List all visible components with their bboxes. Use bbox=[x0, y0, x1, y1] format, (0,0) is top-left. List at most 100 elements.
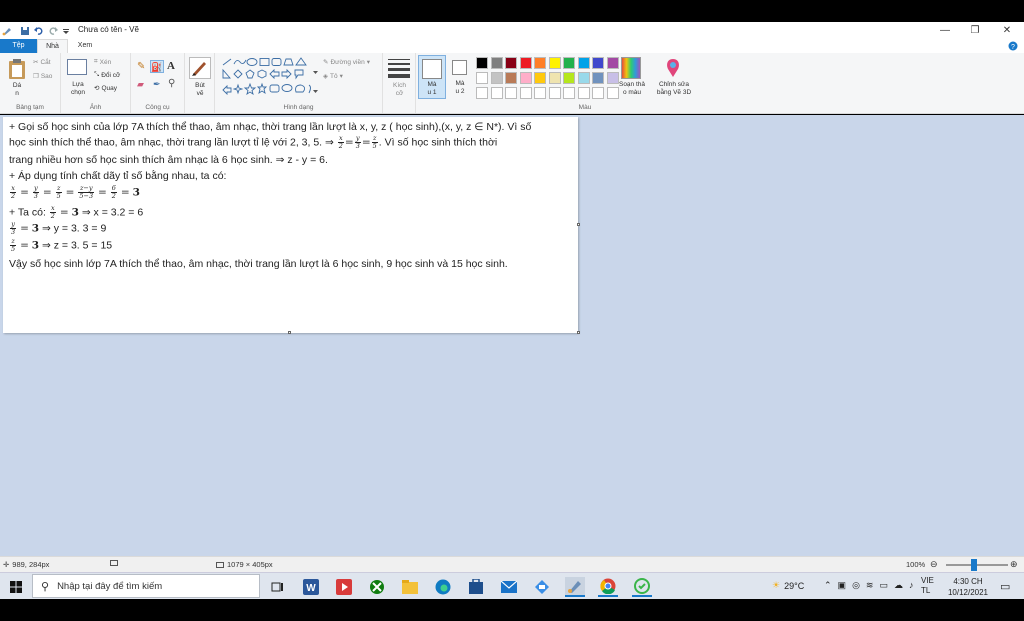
taskbar-search[interactable]: ⚲ Nhập tại đây để tìm kiếm bbox=[32, 574, 260, 598]
color-swatch[interactable] bbox=[476, 72, 488, 84]
color-swatch[interactable] bbox=[606, 57, 619, 69]
color-swatch[interactable] bbox=[577, 57, 590, 69]
color-swatch[interactable] bbox=[534, 57, 546, 69]
magnifier-icon[interactable]: ⚲ bbox=[168, 78, 175, 89]
task-view-icon[interactable] bbox=[268, 577, 288, 597]
color-swatch[interactable] bbox=[577, 87, 590, 99]
paste-button[interactable]: Dá n bbox=[6, 82, 28, 98]
redo-icon[interactable] bbox=[48, 24, 58, 37]
brushes-button[interactable]: Bút vẽ bbox=[187, 82, 213, 98]
color-picker-icon[interactable]: ✒ bbox=[153, 79, 161, 90]
speaker-icon[interactable]: ♪ bbox=[909, 580, 914, 591]
color-swatch[interactable] bbox=[534, 72, 546, 84]
help-icon[interactable]: ? bbox=[1008, 41, 1018, 51]
save-icon[interactable] bbox=[20, 24, 30, 37]
zoom-slider[interactable] bbox=[946, 559, 1008, 571]
media-app-icon[interactable] bbox=[334, 577, 354, 597]
select-rectangle-icon[interactable] bbox=[67, 59, 87, 75]
tab-file[interactable]: Tệp bbox=[0, 39, 37, 53]
rotate-button[interactable]: ⟲ Quay bbox=[94, 84, 117, 93]
windows-start-icon[interactable] bbox=[6, 577, 26, 597]
network-icon[interactable]: ◎ bbox=[852, 580, 860, 591]
cut-button[interactable]: ✂ Cắt bbox=[33, 58, 51, 67]
resize-button[interactable]: ⤡ Đổi cỡ bbox=[94, 71, 120, 79]
color-swatch[interactable] bbox=[505, 72, 517, 84]
notification-tray-icon[interactable]: ▣ bbox=[838, 580, 847, 591]
size-button[interactable]: Kích cỡ bbox=[386, 82, 413, 98]
close-button[interactable]: ✕ bbox=[992, 23, 1022, 38]
color-swatch[interactable] bbox=[519, 87, 532, 99]
color1-button[interactable]: Mà u 1 bbox=[418, 55, 446, 99]
copy-button[interactable]: ❐ Sao bbox=[33, 72, 52, 81]
paint-taskbar-icon[interactable] bbox=[565, 577, 585, 597]
color-swatch[interactable] bbox=[563, 72, 575, 84]
text-tool-icon[interactable]: A bbox=[167, 60, 175, 72]
size-lines-icon[interactable] bbox=[388, 59, 410, 78]
edit-colors-icon[interactable] bbox=[621, 57, 641, 79]
zoom-slider-thumb[interactable] bbox=[971, 559, 977, 571]
select-button[interactable]: Lựa chọn bbox=[64, 81, 92, 97]
shape-outline-button[interactable]: ✎ Đường viền ▾ bbox=[323, 58, 370, 67]
resize-handle-right[interactable] bbox=[577, 223, 580, 226]
color-swatch[interactable] bbox=[505, 87, 517, 99]
paint3d-icon[interactable] bbox=[665, 58, 681, 80]
color2-button[interactable]: Mà u 2 bbox=[448, 55, 472, 99]
drawing-canvas[interactable]: + Gọi số học sinh của lớp 7A thích thể t… bbox=[3, 117, 580, 334]
color-swatch[interactable] bbox=[505, 57, 517, 69]
word-icon[interactable]: W bbox=[301, 577, 321, 597]
tab-view[interactable]: Xem bbox=[70, 39, 100, 53]
color-swatch[interactable] bbox=[548, 72, 561, 84]
paint-app-icon[interactable] bbox=[2, 24, 12, 37]
resize-handle-corner[interactable] bbox=[577, 331, 580, 334]
color-swatch[interactable] bbox=[563, 87, 575, 99]
paint3d-button[interactable]: Chỉnh sửa bằng Vẽ 3D bbox=[652, 81, 696, 97]
crop-button[interactable]: ⌗ Xén bbox=[94, 58, 111, 66]
undo-icon[interactable] bbox=[34, 24, 44, 37]
color-swatch[interactable] bbox=[592, 72, 604, 84]
color-swatch[interactable] bbox=[577, 72, 590, 84]
color-swatch[interactable] bbox=[519, 57, 532, 69]
color-swatch[interactable] bbox=[534, 87, 546, 99]
brush-icon[interactable] bbox=[189, 57, 211, 81]
quick-access-dropdown-icon[interactable] bbox=[62, 24, 70, 37]
language-indicator[interactable]: VIE TL bbox=[921, 576, 934, 596]
battery-icon[interactable]: ▭ bbox=[879, 580, 888, 591]
color-swatch[interactable] bbox=[476, 87, 488, 99]
color-swatch[interactable] bbox=[548, 87, 561, 99]
maps-icon[interactable] bbox=[532, 577, 552, 597]
color-swatch[interactable] bbox=[490, 72, 503, 84]
color-swatch[interactable] bbox=[490, 87, 503, 99]
store-icon[interactable] bbox=[466, 577, 486, 597]
shape-fill-button[interactable]: ◈ Tô ▾ bbox=[323, 72, 343, 81]
color-swatch[interactable] bbox=[548, 57, 561, 69]
zoom-in-button[interactable]: ⊕ bbox=[1010, 559, 1018, 570]
eraser-icon[interactable]: ▰ bbox=[137, 79, 144, 90]
zoom-out-button[interactable]: ⊖ bbox=[930, 559, 938, 570]
wifi-icon[interactable]: ≋ bbox=[866, 580, 874, 591]
color-swatch[interactable] bbox=[592, 57, 604, 69]
notification-center-icon[interactable]: ▭ bbox=[1000, 580, 1010, 593]
file-explorer-icon[interactable] bbox=[400, 577, 420, 597]
shapes-gallery[interactable] bbox=[221, 57, 321, 95]
mail-icon[interactable] bbox=[499, 577, 519, 597]
edit-colors-button[interactable]: Soạn thả o màu bbox=[614, 81, 650, 97]
xbox-icon[interactable] bbox=[367, 577, 387, 597]
color-swatch[interactable] bbox=[490, 57, 503, 69]
color-swatch[interactable] bbox=[563, 57, 575, 69]
chevron-up-icon[interactable]: ⌃ bbox=[824, 580, 832, 591]
tab-home[interactable]: Nhà bbox=[37, 39, 68, 53]
color-swatch[interactable] bbox=[476, 57, 488, 69]
edge-icon[interactable] bbox=[433, 577, 453, 597]
cloud-icon[interactable]: ☁ bbox=[894, 580, 903, 591]
color-swatch[interactable] bbox=[519, 72, 532, 84]
paste-icon[interactable] bbox=[8, 58, 26, 82]
pencil-icon[interactable]: ✎ bbox=[137, 61, 145, 72]
color-swatch[interactable] bbox=[592, 87, 604, 99]
restore-button[interactable]: ❐ bbox=[960, 23, 990, 38]
resize-handle-bottom[interactable] bbox=[288, 331, 291, 334]
weather-widget[interactable]: ☀ 29°C bbox=[772, 580, 804, 591]
app-icon[interactable] bbox=[632, 577, 652, 597]
clock[interactable]: 4:30 CH 10/12/2021 bbox=[943, 576, 993, 598]
minimize-button[interactable]: — bbox=[930, 23, 960, 38]
fill-bucket-icon[interactable]: ⛽ bbox=[150, 60, 164, 73]
